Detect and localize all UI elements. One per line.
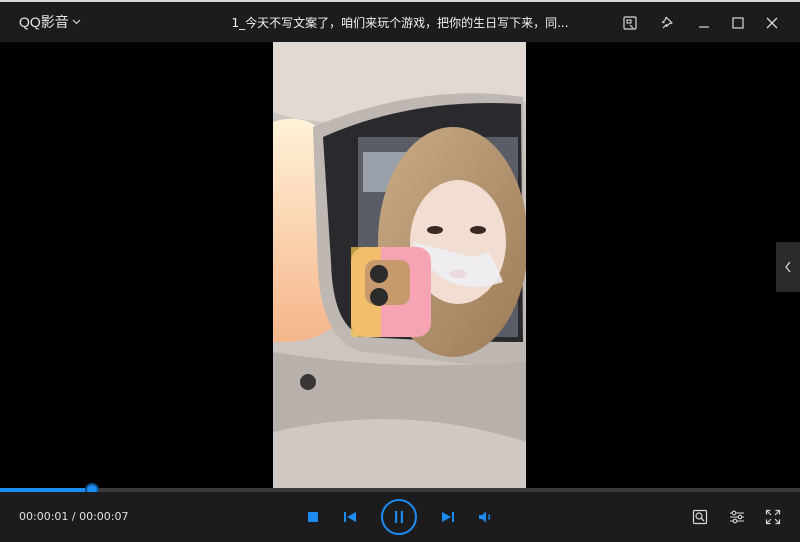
video-picture (273, 42, 526, 490)
pause-icon (395, 511, 403, 523)
settings-icon (730, 510, 744, 524)
volume-icon (479, 511, 491, 523)
close-icon (766, 17, 778, 29)
title-bar: QQ影音 1_今天不写文案了，咱们来玩个游戏，把你的生日写下来，同... (0, 0, 800, 42)
pin-button[interactable] (657, 12, 679, 34)
chevron-left-icon (785, 261, 791, 273)
app-menu[interactable]: QQ影音 (19, 12, 81, 32)
pin-icon (661, 16, 673, 29)
video-title: 1_今天不写文案了，咱们来玩个游戏，把你的生日写下来，同... (231, 16, 569, 30)
fullscreen-button[interactable] (764, 508, 782, 526)
previous-button[interactable] (342, 509, 358, 525)
minimize-button[interactable] (693, 12, 715, 34)
maximize-button[interactable] (727, 12, 749, 34)
maximize-icon (732, 17, 744, 29)
stop-icon (308, 512, 318, 522)
video-frame (273, 42, 526, 490)
screenshot-search-icon (692, 509, 708, 525)
settings-button[interactable] (728, 508, 746, 526)
next-button[interactable] (440, 509, 456, 525)
snapshot-button[interactable] (619, 12, 641, 34)
close-button[interactable] (761, 12, 783, 34)
snapshot-icon (623, 16, 637, 30)
next-icon (442, 512, 454, 522)
pause-button[interactable] (381, 499, 417, 535)
fullscreen-icon (765, 509, 781, 525)
volume-button[interactable] (477, 509, 495, 525)
side-panel-toggle[interactable] (776, 242, 800, 292)
stop-button[interactable] (306, 510, 320, 524)
video-area[interactable] (0, 42, 800, 490)
previous-icon (344, 512, 356, 522)
time-display: 00:00:01 / 00:00:07 (19, 510, 129, 523)
control-bar: 00:00:01 / 00:00:07 (0, 492, 800, 542)
minimize-icon (699, 26, 709, 28)
screenshot-search-button[interactable] (691, 508, 709, 526)
chevron-down-icon (72, 19, 81, 25)
app-name: QQ影音 (19, 14, 69, 30)
